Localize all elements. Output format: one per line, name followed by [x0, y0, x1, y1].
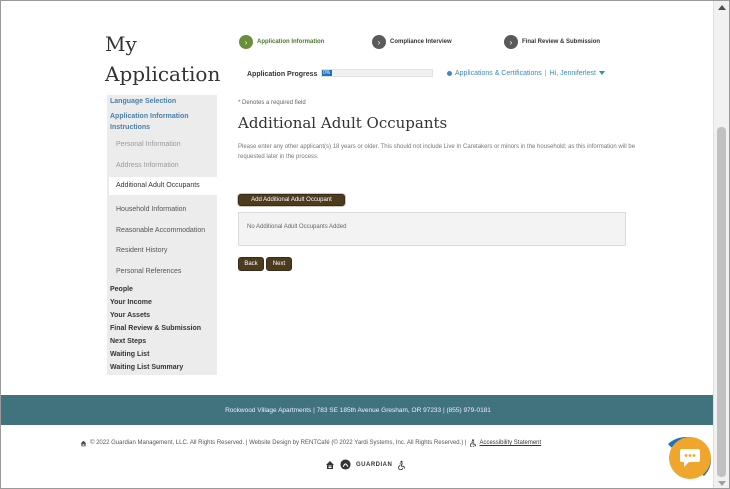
empty-state-text: No Additional Adult Occupants Added — [247, 224, 347, 230]
occupants-list-panel: No Additional Adult Occupants Added — [238, 212, 626, 246]
bullet-icon — [447, 71, 452, 76]
scrollbar-thumb[interactable] — [717, 127, 726, 477]
next-button[interactable]: Next — [266, 257, 292, 271]
guardian-logo-icon — [340, 459, 351, 470]
sidebar-item-additional-adult-occupants[interactable]: Additional Adult Occupants — [109, 177, 217, 195]
sidebar-item-personal-information[interactable]: Personal Information — [116, 141, 181, 148]
sidebar-item-resident-history[interactable]: Resident History — [116, 247, 167, 254]
equal-housing-icon — [80, 440, 87, 446]
caret-down-icon — [598, 71, 605, 75]
user-greeting: Hi, Jenniferlest — [549, 70, 596, 77]
sidebar-item-address-information[interactable]: Address Information — [116, 162, 179, 169]
sidebar-item-reasonable-accommodation[interactable]: Reasonable Accommodation — [116, 227, 205, 234]
step-final-review[interactable]: › Final Review & Submission — [504, 35, 600, 49]
required-field-note: * Denotes a required field — [238, 100, 306, 106]
chat-icon — [680, 449, 700, 467]
chat-button[interactable] — [669, 437, 711, 479]
chevron-right-icon: › — [504, 35, 518, 49]
sidebar-item-waiting-list-summary[interactable]: Waiting List Summary — [110, 364, 183, 371]
sidebar-item-next-steps[interactable]: Next Steps — [110, 338, 146, 345]
progress-bar: 0% — [321, 69, 433, 77]
accessibility-link-text: Accessibility Statement — [479, 440, 542, 446]
sidebar-item-language-selection[interactable]: Language Selection — [110, 98, 176, 105]
chevron-right-icon: › — [372, 35, 386, 49]
sidebar-item-your-income[interactable]: Your Income — [110, 299, 152, 306]
scroll-down-arrow-icon[interactable] — [718, 481, 726, 486]
applications-link[interactable]: Applications & Certifications — [455, 70, 542, 77]
section-heading: Additional Adult Occupants — [238, 114, 448, 132]
sidebar-item-waiting-list[interactable]: Waiting List — [110, 351, 149, 358]
copyright-text: © 2022 Guardian Management, LLC. All Rig… — [90, 440, 467, 446]
progress-fill: 0% — [322, 70, 332, 76]
divider: | — [544, 70, 547, 77]
footer-address-band: Rockwood Village Apartments | 783 SE 185… — [1, 395, 715, 425]
chevron-right-icon: › — [239, 35, 253, 49]
step-application-information[interactable]: › Application Information — [239, 35, 324, 49]
step-label: Application Information — [257, 39, 325, 45]
sidebar-item-people[interactable]: People — [110, 286, 133, 293]
back-button[interactable]: Back — [238, 257, 264, 271]
sidebar-item-label: Additional Adult Occupants — [116, 182, 200, 189]
account-bar: Applications & Certifications | Hi, Jenn… — [447, 70, 605, 77]
add-occupant-button[interactable]: Add Additional Adult Occupant — [238, 194, 345, 206]
browser-viewport: My Application › Application Information… — [0, 0, 730, 489]
accessibility-icon — [470, 439, 477, 447]
accessibility-statement-link[interactable]: Accessibility Statement — [469, 439, 541, 447]
sidebar-nav: Language Selection Application Informati… — [107, 95, 217, 375]
sidebar-item-application-instructions[interactable]: Application Information Instructions — [110, 111, 210, 133]
sidebar-item-household-information[interactable]: Household Information — [116, 206, 186, 213]
footer-logos: GUARDIAN — [325, 459, 406, 470]
user-menu[interactable]: Hi, Jenniferlest — [550, 70, 605, 77]
page-title: My Application — [105, 32, 221, 86]
step-label: Compliance Interview — [390, 39, 452, 45]
equal-housing-icon — [326, 460, 334, 469]
progress-label: Application Progress — [247, 71, 318, 78]
sidebar-item-personal-references[interactable]: Personal References — [116, 268, 181, 275]
section-description: Please enter any other applicant(s) 18 y… — [238, 144, 636, 160]
footer-address: Rockwood Village Apartments | 783 SE 185… — [225, 406, 491, 414]
step-label: Final Review & Submission — [522, 39, 601, 45]
guardian-logo-text: GUARDIAN — [356, 461, 393, 468]
scroll-up-arrow-icon[interactable] — [718, 5, 726, 10]
sidebar-item-your-assets[interactable]: Your Assets — [110, 312, 150, 319]
copyright-line: © 2022 Guardian Management, LLC. All Rig… — [80, 439, 541, 447]
step-compliance-interview[interactable]: › Compliance Interview — [372, 35, 452, 49]
sidebar-item-final-review[interactable]: Final Review & Submission — [110, 325, 201, 332]
accessibility-icon — [398, 460, 406, 470]
vertical-scrollbar[interactable] — [713, 1, 729, 488]
